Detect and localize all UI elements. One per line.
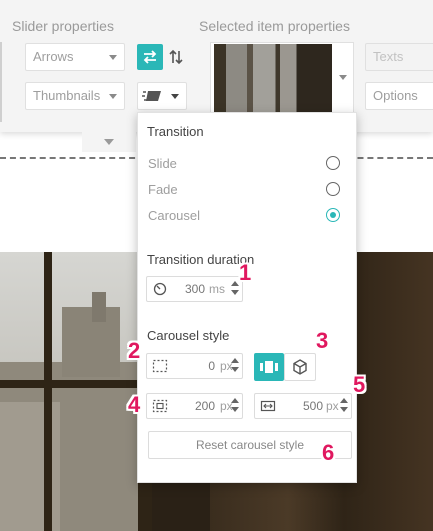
carousel-gap-input[interactable]: 0 px bbox=[146, 353, 243, 379]
carousel-style-label: Carousel style bbox=[147, 328, 230, 343]
transition-option-carousel-label[interactable]: Carousel bbox=[148, 208, 200, 223]
annotation-marker-2: 2 bbox=[128, 338, 141, 363]
chevron-down-icon bbox=[339, 75, 347, 80]
transition-title: Transition bbox=[147, 124, 204, 139]
transition-duration-value: 300 bbox=[184, 282, 205, 296]
transition-option-slide-radio[interactable] bbox=[326, 156, 340, 170]
carousel-gap-value: 0 bbox=[208, 359, 215, 373]
carousel-width-input[interactable]: 500 px bbox=[254, 393, 352, 419]
carousel-padding-input[interactable]: 200 px bbox=[146, 393, 243, 419]
annotation-marker-3: 3 bbox=[316, 328, 329, 353]
cube-icon bbox=[293, 359, 307, 375]
swap-horizontal-icon bbox=[143, 50, 157, 64]
transition-icon bbox=[142, 91, 161, 101]
options-select[interactable]: Options bbox=[365, 82, 433, 110]
transition-duration-unit: ms bbox=[209, 282, 225, 296]
arrows-select-value: Arrows bbox=[33, 49, 74, 64]
chevron-down-icon bbox=[171, 94, 179, 99]
transition-option-fade-radio[interactable] bbox=[326, 182, 340, 196]
slider-properties-label: Slider properties bbox=[12, 18, 114, 34]
selected-item-thumbnail bbox=[214, 44, 332, 116]
options-select-value: Options bbox=[373, 88, 418, 103]
toolbar-collapse-toggle[interactable] bbox=[82, 132, 136, 152]
thumbnails-select-value: Thumbnails bbox=[33, 88, 101, 103]
transition-select-button[interactable] bbox=[137, 82, 187, 110]
annotation-marker-1: 1 bbox=[239, 260, 252, 285]
swap-vertical-button[interactable] bbox=[163, 44, 189, 70]
transition-popover: Transition Slide Fade Carousel Transitio… bbox=[137, 112, 357, 483]
texts-select-value: Texts bbox=[373, 49, 404, 64]
carousel-flat-icon bbox=[260, 361, 278, 373]
chevron-down-icon bbox=[109, 94, 117, 99]
stepper-arrows-icon[interactable] bbox=[230, 358, 240, 374]
carousel-3d-style-button[interactable] bbox=[284, 353, 316, 381]
annotation-marker-4: 4 bbox=[128, 392, 141, 417]
transition-duration-input[interactable]: 300 ms bbox=[146, 276, 243, 302]
stepper-arrows-icon[interactable] bbox=[230, 398, 240, 414]
chevron-down-icon bbox=[104, 139, 114, 145]
selected-item-thumbnail-select[interactable] bbox=[210, 42, 354, 118]
annotation-marker-5: 5 bbox=[353, 372, 366, 397]
transition-option-carousel-radio[interactable] bbox=[326, 208, 340, 222]
swap-horizontal-button[interactable] bbox=[137, 44, 163, 70]
carousel-flat-style-button[interactable] bbox=[254, 353, 284, 381]
padding-icon bbox=[152, 399, 168, 413]
arrows-select[interactable]: Arrows bbox=[25, 43, 125, 71]
texts-select[interactable]: Texts bbox=[365, 43, 433, 71]
transition-option-slide-label[interactable]: Slide bbox=[148, 156, 177, 171]
transition-option-fade-label[interactable]: Fade bbox=[148, 182, 178, 197]
width-icon bbox=[260, 400, 276, 412]
carousel-width-unit: px bbox=[326, 399, 339, 413]
annotation-marker-6: 6 bbox=[322, 440, 335, 465]
swap-vertical-icon bbox=[169, 49, 183, 65]
selected-item-properties-label: Selected item properties bbox=[199, 18, 350, 34]
thumbnails-select[interactable]: Thumbnails bbox=[25, 82, 125, 110]
toolbar-divider bbox=[0, 42, 2, 122]
gap-icon bbox=[152, 359, 168, 373]
carousel-width-value: 500 bbox=[302, 399, 323, 413]
chevron-down-icon bbox=[109, 55, 117, 60]
carousel-padding-value: 200 bbox=[194, 399, 215, 413]
timer-icon bbox=[153, 282, 167, 296]
stepper-arrows-icon[interactable] bbox=[339, 398, 349, 414]
